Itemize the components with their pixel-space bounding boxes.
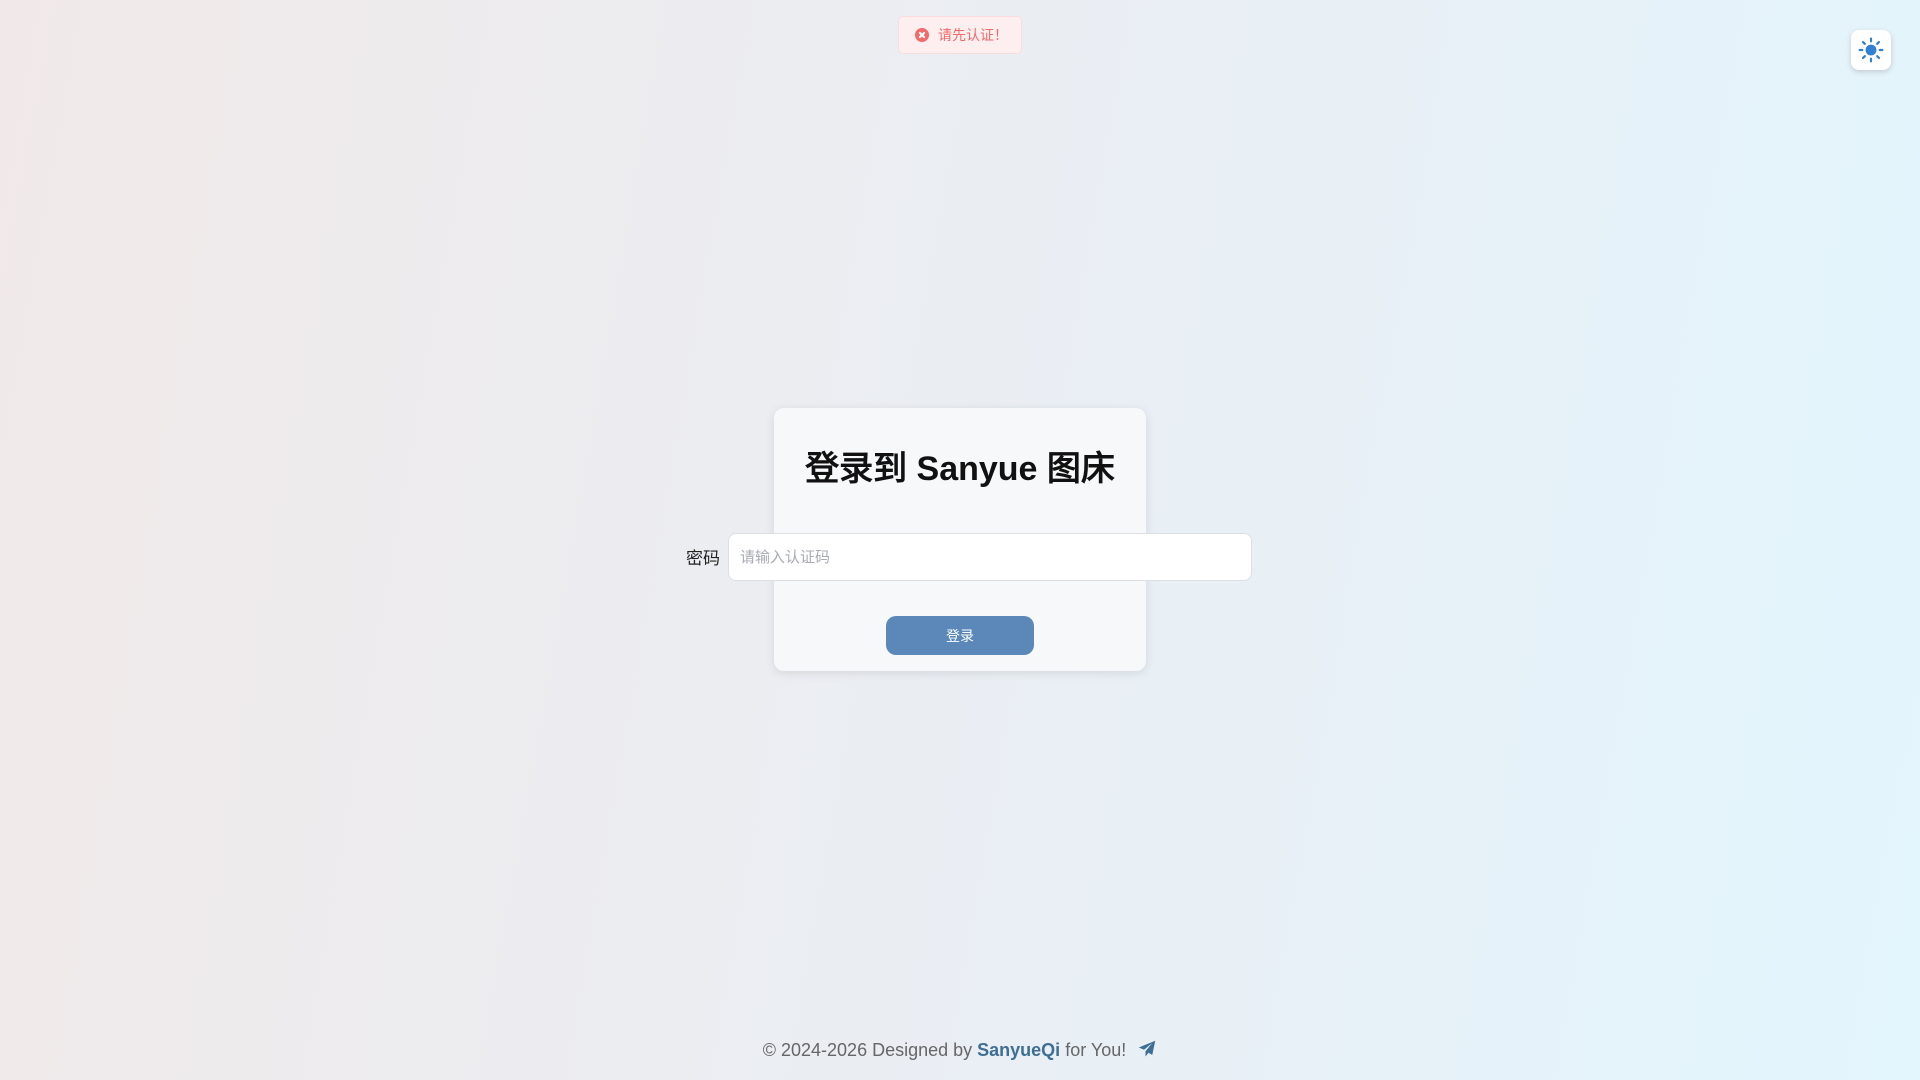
footer-copyright: © 2024-2026 Designed by (762, 1040, 978, 1060)
toast-message: 请先认证！ (938, 27, 1008, 43)
footer-suffix: for You! (1060, 1040, 1127, 1060)
sun-icon (1858, 37, 1884, 63)
footer-author-link[interactable]: SanyueQi (977, 1040, 1060, 1060)
auth-error-toast: 请先认证！ (898, 16, 1022, 54)
password-input[interactable] (728, 533, 1252, 581)
password-label: 密码 (686, 549, 720, 568)
login-title: 登录到 Sanyue 图床 (805, 450, 1115, 488)
theme-toggle-button[interactable] (1851, 30, 1891, 70)
footer: © 2024-2026 Designed by SanyueQi for You… (0, 1038, 1920, 1062)
login-button[interactable]: 登录 (886, 616, 1034, 655)
error-circle-icon (915, 28, 929, 42)
paper-plane-icon[interactable] (1137, 1040, 1157, 1058)
